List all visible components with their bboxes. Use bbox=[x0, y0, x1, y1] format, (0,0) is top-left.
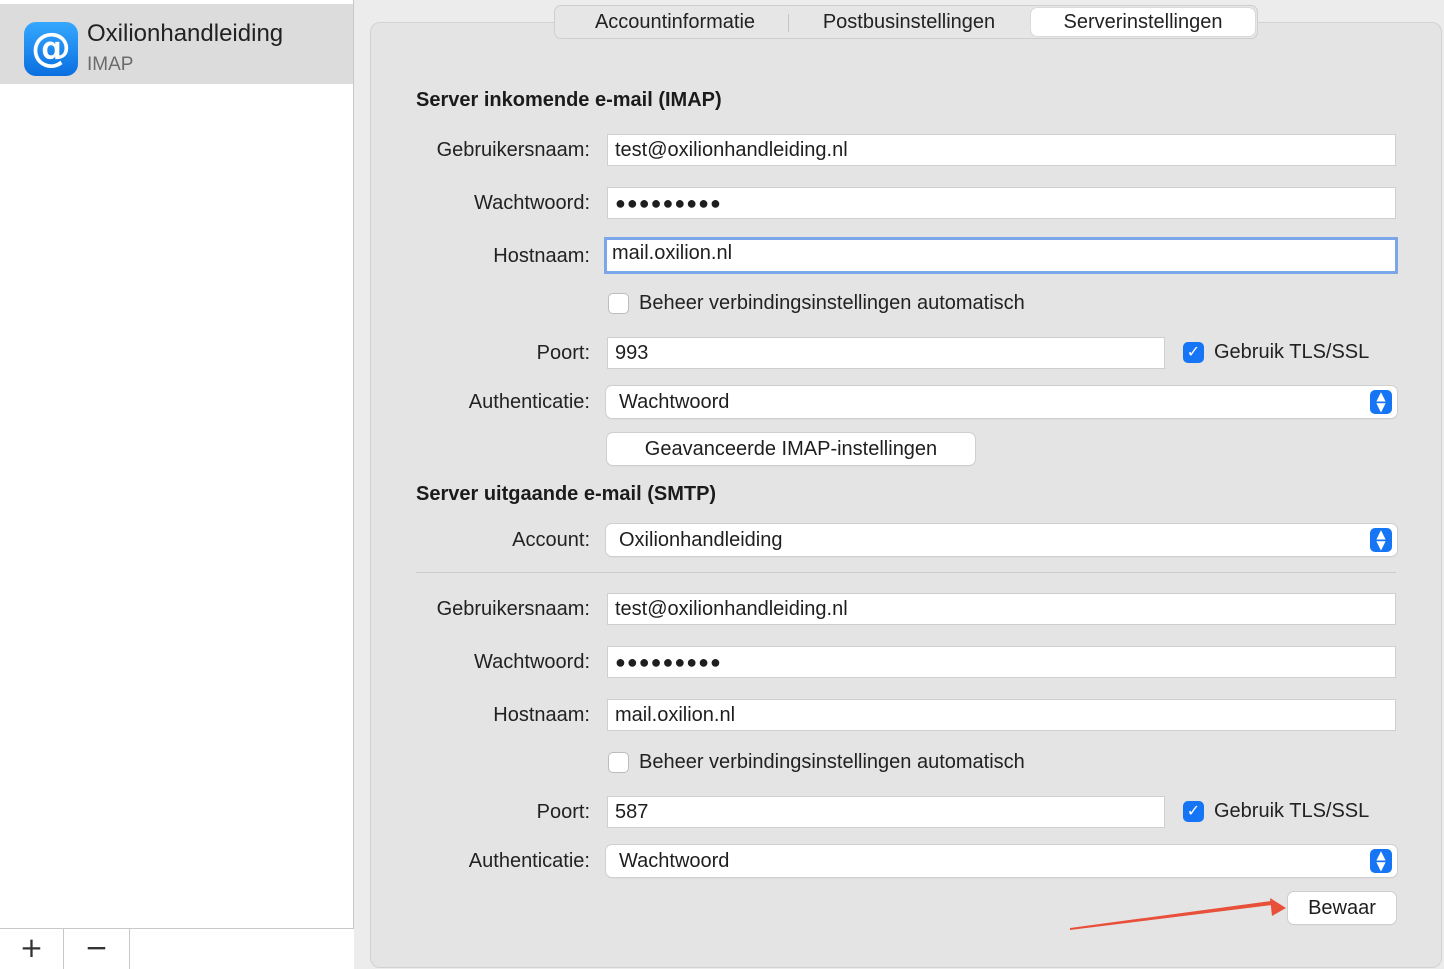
save-button[interactable]: Bewaar bbox=[1288, 892, 1396, 924]
annotation-arrow bbox=[1070, 898, 1286, 930]
